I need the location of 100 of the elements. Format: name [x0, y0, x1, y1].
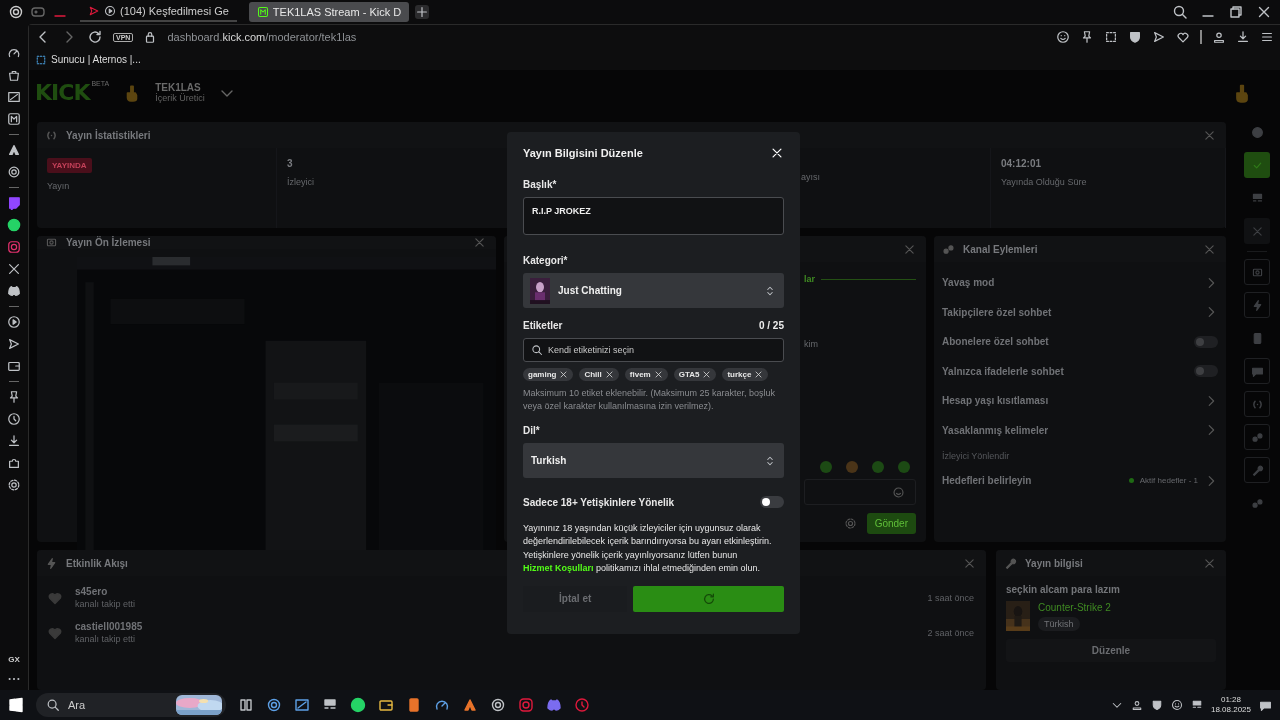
panel-title: Yayın İstatistikleri: [66, 129, 151, 141]
category-select[interactable]: Just Chatting: [523, 273, 784, 308]
terms-link[interactable]: Hizmet Koşulları: [523, 563, 594, 574]
tag-chip[interactable]: GTA5: [673, 368, 717, 381]
speed-dial-icon[interactable]: [7, 46, 21, 60]
emoji-icon[interactable]: [1056, 30, 1070, 44]
profile-icon[interactable]: [1212, 30, 1226, 44]
remove-icon[interactable]: [604, 370, 614, 379]
gx-text[interactable]: GX: [8, 655, 20, 664]
save-button[interactable]: [633, 585, 784, 612]
stat-label: Yayın: [47, 181, 70, 191]
new-tab-icon[interactable]: [415, 5, 430, 19]
browser-tab[interactable]: TEK1LAS Stream - Kick D: [248, 2, 410, 22]
settings-icon[interactable]: [7, 478, 21, 492]
panel-toggle-button[interactable]: [1244, 358, 1270, 384]
clock-time[interactable]: 01:28: [1220, 695, 1241, 705]
action-label[interactable]: Yasaklanmış kelimeler: [942, 424, 1049, 436]
taskbar-search-field[interactable]: Ara: [36, 693, 226, 717]
send-button[interactable]: Gönder: [866, 513, 916, 534]
close-icon[interactable]: [1256, 4, 1272, 20]
browser-logo-icon[interactable]: [8, 4, 24, 20]
clock-date[interactable]: 18.08.2025: [1210, 705, 1251, 715]
snapshot-icon[interactable]: [1104, 30, 1118, 44]
bookmark-link[interactable]: Sunucu | Aternos |...: [35, 53, 141, 66]
pin-icon[interactable]: [1080, 30, 1094, 44]
instagram-icon[interactable]: [7, 240, 21, 254]
action-label: Abonelere özel sohbet: [942, 336, 1049, 348]
download-icon[interactable]: [7, 434, 21, 448]
x-logo-icon[interactable]: [7, 262, 21, 276]
reload-icon[interactable]: [87, 29, 103, 45]
player-icon[interactable]: [7, 315, 21, 329]
shopping-icon[interactable]: [7, 68, 21, 82]
toggle-switch[interactable]: [1194, 335, 1218, 348]
app-icon[interactable]: [266, 697, 282, 713]
triangle-logo-icon[interactable]: [7, 143, 21, 157]
app-icon[interactable]: [294, 697, 310, 713]
field-label: Kategori*: [523, 255, 569, 266]
heart-icon[interactable]: [1176, 30, 1190, 44]
bookmark-icon: [35, 53, 47, 66]
shield-icon[interactable]: [1128, 30, 1142, 44]
tag-chip[interactable]: gaming: [523, 368, 574, 381]
action-label[interactable]: Hesap yaşı kısıtlaması: [942, 395, 1049, 407]
remove-icon[interactable]: [653, 370, 663, 379]
panel-toggle-button[interactable]: [1244, 391, 1270, 417]
windows-start-icon[interactable]: [8, 697, 24, 713]
panel-toggle-button[interactable]: [1244, 259, 1270, 285]
chat-tab[interactable]: lar: [804, 274, 815, 284]
gamepad-icon[interactable]: [30, 4, 46, 20]
action-label[interactable]: Yavaş mod: [942, 277, 995, 289]
send-icon[interactable]: [7, 337, 21, 351]
edit-button[interactable]: Düzenle: [1006, 639, 1216, 662]
tag-chip[interactable]: turkçe: [722, 368, 769, 381]
category-link[interactable]: Counter-Strike 2: [1038, 601, 1111, 613]
discord-icon[interactable]: [546, 697, 562, 713]
status-text: Aktif hedefler - 1: [1139, 476, 1198, 486]
stat-label: İzleyici: [287, 177, 314, 187]
restore-icon[interactable]: [1228, 4, 1244, 20]
panel-toggle-button[interactable]: [1244, 292, 1270, 318]
chat-message: kim: [804, 339, 819, 349]
shield-icon[interactable]: [1150, 699, 1163, 711]
toggle-switch[interactable]: [760, 496, 784, 508]
task-view-icon[interactable]: [238, 697, 254, 713]
event-user[interactable]: castiell001985: [75, 621, 143, 632]
stat-value: 04:12:01: [1001, 158, 1042, 169]
history-icon[interactable]: [7, 412, 21, 426]
address-text[interactable]: dashboard.kick.com/moderator/tek1las: [167, 31, 357, 43]
panel-toggle-button[interactable]: [1244, 457, 1270, 483]
twitch-icon[interactable]: [7, 196, 21, 210]
m-letter-icon[interactable]: [7, 112, 21, 126]
panel-toggle-button[interactable]: [1244, 424, 1270, 450]
chat-input[interactable]: [804, 479, 916, 505]
tag-search-field[interactable]: Kendi etiketinizi seçin: [523, 338, 784, 362]
panel-toggle-button[interactable]: [1244, 152, 1270, 178]
download-icon[interactable]: [1236, 30, 1250, 44]
news-icon[interactable]: [7, 90, 21, 104]
title-field[interactable]: R.I.P JROKEZ: [523, 197, 784, 235]
folder-icon[interactable]: [378, 697, 394, 713]
panel-toggle-button[interactable]: [1244, 218, 1270, 244]
remove-icon[interactable]: [702, 370, 712, 379]
toggle-switch[interactable]: [1194, 365, 1218, 378]
browser-tab[interactable]: (104) Keşfedilmesi Ge: [80, 2, 237, 22]
action-label[interactable]: Takipçilere özel sohbet: [942, 306, 1052, 318]
pin-icon[interactable]: [7, 390, 21, 404]
close-icon[interactable]: [770, 146, 784, 160]
action-label[interactable]: Hedefleri belirleyin: [942, 475, 1032, 487]
tag-chip[interactable]: fivem: [624, 368, 668, 381]
search-icon[interactable]: [1172, 4, 1188, 20]
menu-icon[interactable]: [1260, 30, 1274, 44]
app-icon[interactable]: [462, 697, 478, 713]
event-user[interactable]: s45ero: [75, 586, 136, 597]
tag-chip[interactable]: Chill: [579, 368, 619, 381]
remove-icon[interactable]: [754, 370, 764, 379]
app-icon[interactable]: [406, 697, 422, 713]
remove-icon[interactable]: [559, 370, 569, 379]
language-select[interactable]: Turkish: [523, 443, 784, 478]
wallet-icon[interactable]: [7, 359, 21, 373]
extensions-icon[interactable]: [7, 456, 21, 470]
discord-icon[interactable]: [7, 284, 21, 298]
send-icon[interactable]: [1152, 30, 1166, 44]
app-icon[interactable]: [490, 697, 506, 713]
